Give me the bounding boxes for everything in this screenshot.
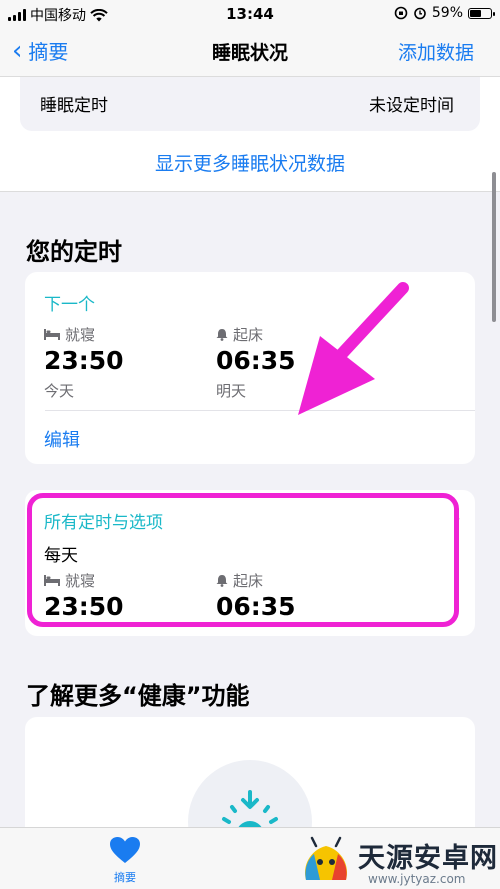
bed-icon: [44, 329, 60, 340]
annotation-highlight-box: [27, 493, 459, 627]
wake-label-text: 起床: [233, 326, 264, 344]
chevron-left-icon: ‹: [12, 35, 23, 66]
edit-button[interactable]: 编辑: [44, 426, 80, 452]
watermark-url: www.jytyaz.com: [368, 872, 466, 886]
watermark: 天源安卓网 www.jytyaz.com: [298, 832, 500, 889]
android-logo-icon: [304, 836, 348, 880]
learn-more-title: 了解更多“健康”功能: [26, 682, 250, 710]
heart-icon: [110, 837, 140, 863]
watermark-text: 天源安卓网: [358, 843, 498, 874]
wake-value: 06:35: [216, 346, 296, 375]
bedtime-value: 23:50: [44, 346, 124, 375]
scroll-indicator[interactable]: [492, 172, 496, 322]
bell-icon: [216, 329, 228, 341]
tab-summary[interactable]: 摘要: [95, 836, 155, 885]
bedtime-label: 就寝: [44, 324, 95, 345]
add-data-button[interactable]: 添加数据: [398, 38, 474, 65]
schedule-section-title: 您的定时: [26, 238, 122, 266]
back-label: 摘要: [28, 40, 69, 64]
navigation-bar: ‹ 摘要 睡眠状况 添加数据: [0, 26, 500, 77]
status-right: 59%: [394, 5, 495, 21]
screen: 中国移动 13:44 59% ‹ 摘要 睡眠状况 添加数据 睡眠定时 未设定时间…: [0, 0, 500, 889]
bedtime-label-text: 就寝: [65, 326, 96, 344]
alarm-icon: [414, 7, 426, 20]
battery-percent: 59%: [431, 5, 463, 21]
orientation-lock-icon: [394, 6, 408, 20]
battery-icon: [468, 7, 495, 19]
wake-day: 明天: [216, 382, 247, 400]
sleep-time-value: 未设定时间: [369, 96, 454, 116]
next-heading: 下一个: [44, 295, 95, 315]
annotation-arrow: [298, 282, 409, 415]
back-button[interactable]: ‹ 摘要: [12, 36, 68, 65]
battery-fill: [470, 9, 481, 17]
sleep-time-label: 睡眠定时: [40, 96, 108, 116]
sleep-time-row: 睡眠定时 未设定时间: [20, 77, 480, 131]
status-bar: 中国移动 13:44 59%: [0, 0, 500, 26]
show-more-sleep-data-link[interactable]: 显示更多睡眠状况数据: [0, 149, 500, 176]
tab-summary-label: 摘要: [114, 871, 136, 884]
card-divider: [45, 410, 475, 411]
sleep-data-panel: 睡眠定时 未设定时间 显示更多睡眠状况数据: [0, 77, 500, 192]
bedtime-day: 今天: [44, 382, 75, 400]
wake-label: 起床: [216, 324, 263, 345]
